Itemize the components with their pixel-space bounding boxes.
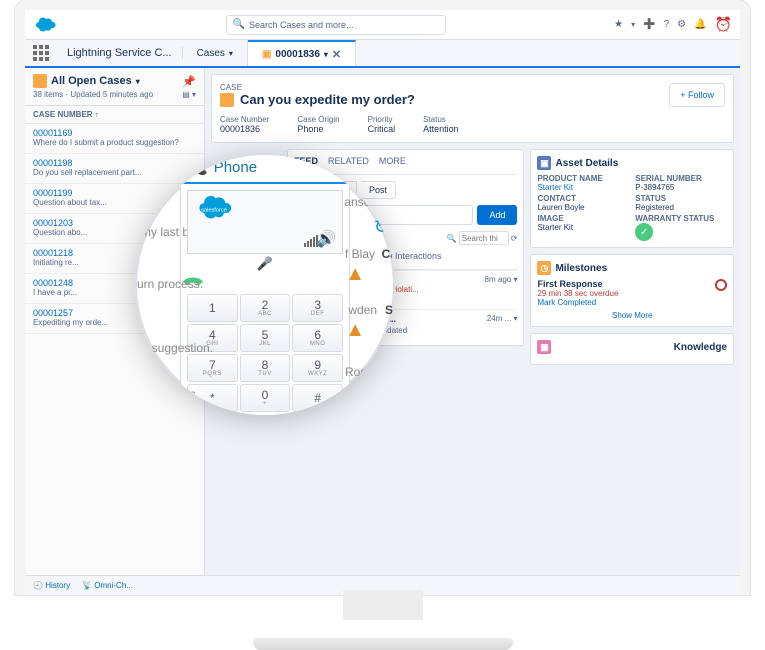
composer-tab-post[interactable]: Post <box>361 181 396 199</box>
chevron-down-icon: ▾ <box>229 49 233 58</box>
dialpad-key-1[interactable]: 1 <box>187 294 238 322</box>
case-number-link[interactable]: 00001169 <box>33 128 196 138</box>
milestone-name: First Response <box>537 279 618 289</box>
record-type-label: CASE <box>220 83 415 92</box>
history-button[interactable]: 🕘 History <box>33 581 70 590</box>
dialpad-key-4[interactable]: 4GHI <box>187 324 238 352</box>
field-value: Critical <box>368 124 396 134</box>
call-button[interactable] <box>181 274 349 288</box>
dialpad-key-3[interactable]: 3DEF <box>292 294 343 322</box>
help-icon[interactable]: ? <box>664 19 670 30</box>
magnifier-overlay: ny my last billing urn process. ct sugge… <box>135 155 395 415</box>
dialpad-key-2[interactable]: 2ABC <box>240 294 291 322</box>
field-value: Phone <box>297 124 339 134</box>
asset-icon: ▣ <box>537 156 551 170</box>
milestone-violation-icon <box>715 279 727 291</box>
knowledge-title: Knowledge <box>674 342 727 353</box>
dialpad-key-0[interactable]: 0+ <box>240 384 291 412</box>
case-list-icon <box>33 74 47 88</box>
setup-gear-icon[interactable]: ⚙ <box>677 19 686 30</box>
favorites-icon[interactable]: ★ <box>614 19 623 30</box>
refresh-icon[interactable]: ⟳ <box>511 234 518 243</box>
search-placeholder: Search Cases and more... <box>249 20 354 30</box>
milestone-overdue: 29 min 38 sec overdue <box>537 289 618 298</box>
app-launcher-icon[interactable] <box>29 41 53 65</box>
milestones-title: Milestones <box>555 263 607 274</box>
case-list-row[interactable]: 00001169Where do I submit a product sugg… <box>25 124 204 154</box>
follow-button[interactable]: + Follow <box>669 83 725 107</box>
add-button[interactable]: Add <box>477 205 517 225</box>
case-icon <box>220 93 234 107</box>
global-search-input[interactable]: 🔍 Search Cases and more... <box>226 15 446 35</box>
chevron-down-icon[interactable]: ▾ <box>136 77 140 86</box>
case-number-link[interactable]: 00001198 <box>33 158 196 168</box>
field-value: Attention <box>423 124 459 134</box>
softphone-widget: 📞 Phone ▭ salesforce 🔊 🎤 12ABC3DEF4GHI5J… <box>180 155 350 415</box>
salesforce-logo-icon <box>33 17 57 33</box>
tab-case-record[interactable]: ▣ 00001836 ▾ ✕ <box>248 40 356 66</box>
asset-details-title: Asset Details <box>555 158 618 169</box>
field-label: Status <box>423 115 459 124</box>
dialpad-key-9[interactable]: 9WXYZ <box>292 354 343 382</box>
svg-text:salesforce: salesforce <box>201 207 227 213</box>
show-more-link[interactable]: Show More <box>537 311 727 320</box>
tab-related[interactable]: RELATED <box>328 156 369 170</box>
avatar-clock-icon[interactable]: ⏰ <box>715 16 732 33</box>
page-title: Can you expedite my order? <box>240 92 415 107</box>
case-subject: Where do I submit a product suggestion? <box>33 138 196 147</box>
list-display-toggle[interactable]: ▤ ▾ <box>182 90 196 99</box>
field-label: Case Origin <box>297 115 339 124</box>
search-icon: 🔍 <box>447 234 457 243</box>
knowledge-icon: ▣ <box>537 340 551 354</box>
dialpad-key-6[interactable]: 6MNO <box>292 324 343 352</box>
tab-cases[interactable]: Cases ▾ <box>183 40 248 66</box>
close-icon[interactable]: ✕ <box>332 48 341 61</box>
tab-more[interactable]: MORE <box>379 156 406 170</box>
feed-search-input[interactable] <box>459 231 509 245</box>
case-subject: Do you sell replacement part... <box>33 168 196 177</box>
add-icon[interactable]: ➕ <box>643 19 655 30</box>
chevron-down-icon: ▾ <box>324 50 328 59</box>
speaker-icon: 🔊 <box>316 229 336 249</box>
list-meta: 38 items · Updated 5 minutes ago <box>33 90 153 99</box>
mic-icon: 🎤 <box>181 256 349 272</box>
dialpad-key-5[interactable]: 5JKL <box>240 324 291 352</box>
notifications-bell-icon[interactable]: 🔔 <box>694 19 706 30</box>
field-label: Case Number <box>220 115 269 124</box>
briefcase-icon: ▣ <box>262 49 271 60</box>
milestones-icon: ◷ <box>537 261 551 275</box>
product-name-link[interactable]: Starter Kit <box>537 183 629 192</box>
field-value: 00001836 <box>220 124 269 134</box>
dialpad-key-8[interactable]: 8TUV <box>240 354 291 382</box>
list-view-title[interactable]: All Open Cases <box>51 75 132 87</box>
omni-channel-button[interactable]: 📡 Omni-Ch... <box>82 581 133 590</box>
app-name: Lightning Service C... <box>57 47 183 59</box>
mark-completed-link[interactable]: Mark Completed <box>537 298 618 307</box>
column-header-case-number[interactable]: CASE NUMBER ↑ <box>25 106 204 124</box>
pin-icon[interactable]: 📌 <box>182 75 196 88</box>
case-list-row[interactable]: 00001198Do you sell replacement part... <box>25 154 204 184</box>
softphone-display: salesforce 🔊 <box>187 190 343 254</box>
sort-asc-icon: ↑ <box>95 110 99 119</box>
field-label: Priority <box>368 115 396 124</box>
search-icon: 🔍 <box>233 19 245 30</box>
dialpad-key-7[interactable]: 7PQRS <box>187 354 238 382</box>
check-icon: ✓ <box>635 223 653 241</box>
